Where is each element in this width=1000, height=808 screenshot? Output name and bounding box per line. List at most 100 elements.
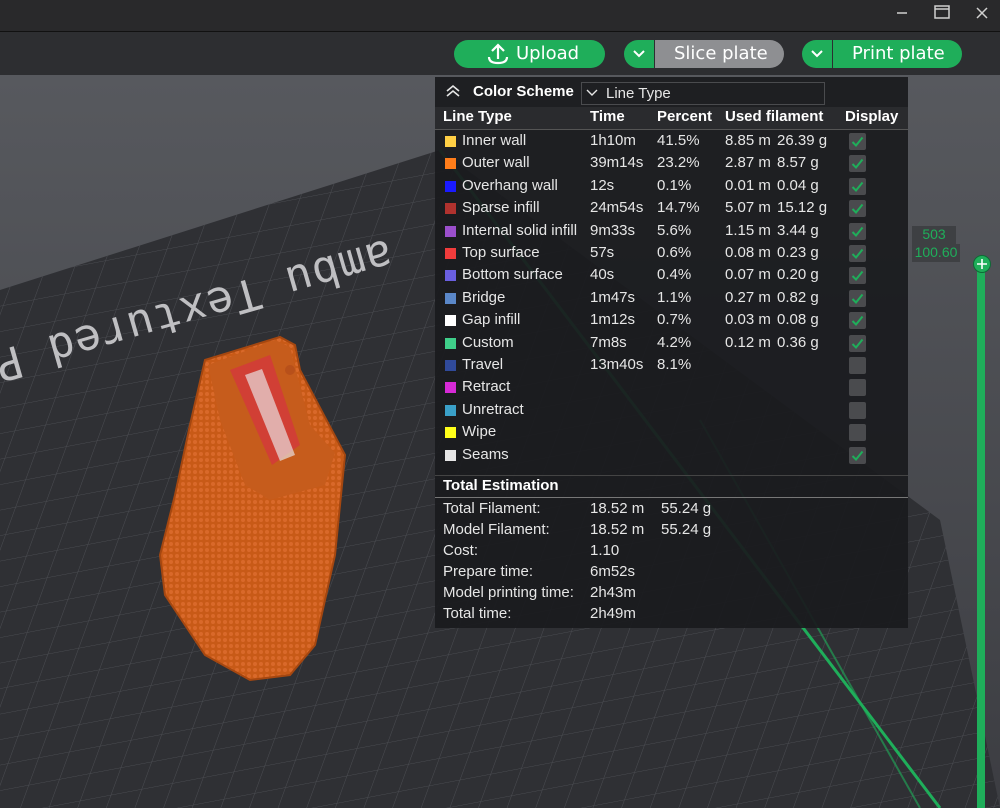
line-type-name: Inner wall [462, 132, 527, 149]
checkmark-icon [851, 338, 864, 349]
line-type-time: 24m54s [590, 199, 644, 217]
line-type-percent: 8.1% [657, 356, 692, 373]
legend-row: Outer wall 39m14s 23.2% 2.87 m 8.57 g [435, 154, 908, 176]
line-type-length: 0.27 m [725, 288, 771, 306]
toolbar: Upload Slice plate Print plate [0, 32, 1000, 75]
chevron-down-icon [633, 50, 645, 58]
layer-height: 100.60 [912, 244, 960, 262]
print-plate-button[interactable]: Print plate [833, 40, 962, 68]
color-scheme-select[interactable]: Line Type [581, 82, 825, 105]
line-type-name: Bottom surface [462, 266, 563, 284]
total-value-1: 18.52 m [590, 521, 645, 538]
legend-row: Bottom surface 40s 0.4% 0.07 m 0.20 g [435, 266, 908, 288]
total-value-1: 2h49m [590, 605, 636, 622]
legend-header: Line Type Time Percent Used filament Dis… [435, 107, 908, 129]
line-type-swatch [445, 270, 456, 282]
printed-model[interactable] [150, 325, 360, 690]
display-checkbox[interactable] [849, 155, 866, 173]
line-type-name: Internal solid infill [462, 221, 578, 239]
total-value-2: 55.24 g [661, 521, 712, 538]
col-display: Display [845, 108, 899, 125]
title-bar [0, 0, 1000, 32]
total-label: Model Filament: [443, 521, 550, 538]
plus-icon [977, 259, 987, 269]
slice-plate-label: Slice plate [674, 43, 768, 64]
total-row: Prepare time: 6m52s [435, 563, 908, 584]
display-checkbox[interactable] [849, 289, 866, 307]
total-row: Cost: 1.10 [435, 542, 908, 563]
maximize-icon[interactable] [920, 0, 964, 30]
upload-icon [487, 43, 509, 65]
legend-row: Bridge 1m47s 1.1% 0.27 m 0.82 g [435, 289, 908, 311]
line-type-swatch [445, 180, 456, 192]
slice-dropdown-button[interactable] [624, 40, 654, 68]
line-type-length: 0.03 m [725, 311, 771, 329]
display-checkbox[interactable] [849, 379, 866, 397]
minimize-icon[interactable] [880, 0, 924, 30]
legend-row: Unretract [435, 401, 908, 423]
line-type-weight: 0.04 g [777, 176, 819, 194]
checkmark-icon [851, 159, 864, 170]
line-type-weight: 0.36 g [777, 333, 819, 351]
display-checkbox[interactable] [849, 334, 866, 352]
legend-row: Retract [435, 378, 908, 400]
checkmark-icon [851, 248, 864, 259]
layer-slider-handle[interactable] [973, 255, 991, 273]
total-value-1: 2h43m [590, 584, 636, 601]
total-label: Total Filament: [443, 500, 541, 517]
col-used-filament: Used filament [725, 108, 824, 125]
legend-row: Gap infill 1m12s 0.7% 0.03 m 0.08 g [435, 311, 908, 333]
upload-button[interactable]: Upload [454, 40, 605, 68]
total-divider [435, 475, 908, 476]
color-scheme-label: Color Scheme [473, 83, 574, 100]
display-checkbox[interactable] [849, 177, 866, 195]
col-line-type: Line Type [443, 108, 512, 125]
display-checkbox[interactable] [849, 133, 866, 150]
line-type-weight: 26.39 g [777, 132, 828, 149]
layer-slider-track[interactable] [977, 262, 985, 808]
line-type-weight: 0.23 g [777, 244, 819, 261]
line-type-length: 0.08 m [725, 244, 771, 261]
chevron-down-icon [811, 50, 823, 58]
line-type-swatch [445, 382, 456, 394]
line-type-name: Bridge [462, 288, 506, 306]
legend-row: Overhang wall 12s 0.1% 0.01 m 0.04 g [435, 177, 908, 199]
line-type-time: 9m33s [590, 221, 636, 239]
display-checkbox[interactable] [849, 357, 866, 374]
line-type-name: Gap infill [462, 311, 521, 329]
header-divider [435, 129, 908, 130]
line-type-name: Overhang wall [462, 176, 558, 194]
total-value-2: 55.24 g [661, 500, 712, 517]
line-type-percent: 23.2% [657, 154, 700, 172]
display-checkbox[interactable] [849, 312, 866, 330]
line-type-weight: 3.44 g [777, 221, 819, 239]
col-percent: Percent [657, 108, 713, 125]
close-icon[interactable] [960, 0, 1000, 30]
line-type-swatch [445, 427, 456, 439]
line-type-length: 5.07 m [725, 199, 771, 217]
display-checkbox[interactable] [849, 446, 866, 464]
legend-row: Top surface 57s 0.6% 0.08 m 0.23 g [435, 244, 908, 266]
line-type-swatch [445, 315, 456, 327]
display-checkbox[interactable] [849, 245, 866, 262]
total-label: Model printing time: [443, 584, 574, 601]
display-checkbox[interactable] [849, 267, 866, 285]
line-type-percent: 5.6% [657, 221, 692, 239]
line-type-weight: 0.20 g [777, 266, 819, 284]
print-dropdown-button[interactable] [802, 40, 832, 68]
line-type-name: Top surface [462, 244, 540, 261]
display-checkbox[interactable] [849, 200, 866, 218]
total-estimation-title: Total Estimation [443, 477, 559, 494]
display-checkbox[interactable] [849, 222, 866, 240]
display-checkbox[interactable] [849, 401, 866, 419]
line-type-swatch [445, 136, 456, 147]
legend-row: Custom 7m8s 4.2% 0.12 m 0.36 g [435, 334, 908, 356]
collapse-icon[interactable] [445, 84, 461, 98]
line-type-weight: 15.12 g [777, 199, 828, 217]
checkmark-icon [851, 316, 864, 327]
total-row: Total time: 2h49m [435, 605, 908, 626]
line-type-time: 57s [590, 244, 615, 261]
color-scheme-value: Line Type [606, 85, 671, 102]
display-checkbox[interactable] [849, 424, 866, 442]
slice-plate-button[interactable]: Slice plate [655, 40, 784, 68]
